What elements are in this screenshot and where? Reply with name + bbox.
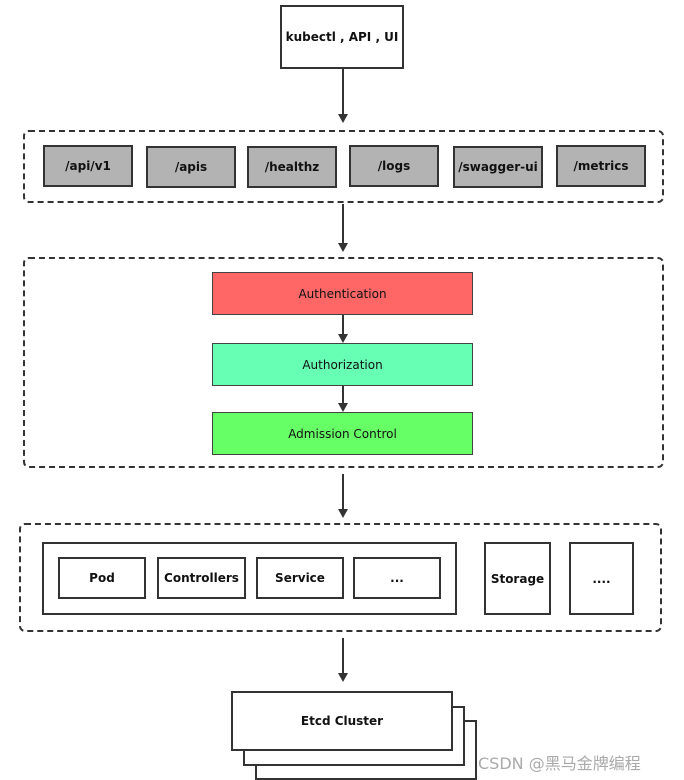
- client-box: kubectl , API , UI: [280, 5, 404, 69]
- resource-box: Service: [256, 557, 344, 599]
- resource-box: ...: [353, 557, 441, 599]
- arrow: [338, 638, 348, 682]
- more-box: ....: [569, 542, 634, 615]
- endpoint-box: /swagger-ui: [453, 146, 543, 188]
- arrow: [338, 474, 348, 518]
- etcd-cluster-box: Etcd Cluster: [231, 691, 453, 751]
- arrow: [338, 315, 348, 343]
- endpoint-box: /logs: [349, 145, 439, 187]
- resource-box: Pod: [58, 557, 146, 599]
- endpoint-box: /healthz: [247, 146, 337, 188]
- arrow: [338, 204, 348, 252]
- resource-box: Controllers: [157, 557, 246, 599]
- endpoint-box: /apis: [146, 146, 236, 188]
- storage-box: Storage: [484, 542, 551, 615]
- admission-control-box: Admission Control: [212, 412, 473, 455]
- arrow: [338, 386, 348, 412]
- authorization-box: Authorization: [212, 343, 473, 386]
- arrow: [338, 69, 348, 123]
- endpoint-box: /metrics: [556, 145, 646, 187]
- watermark: CSDN @黑马金牌编程: [478, 754, 641, 773]
- authentication-box: Authentication: [212, 272, 473, 315]
- diagram: kubectl , API , UI /api/v1 /apis /health…: [0, 0, 684, 780]
- endpoint-box: /api/v1: [43, 145, 133, 187]
